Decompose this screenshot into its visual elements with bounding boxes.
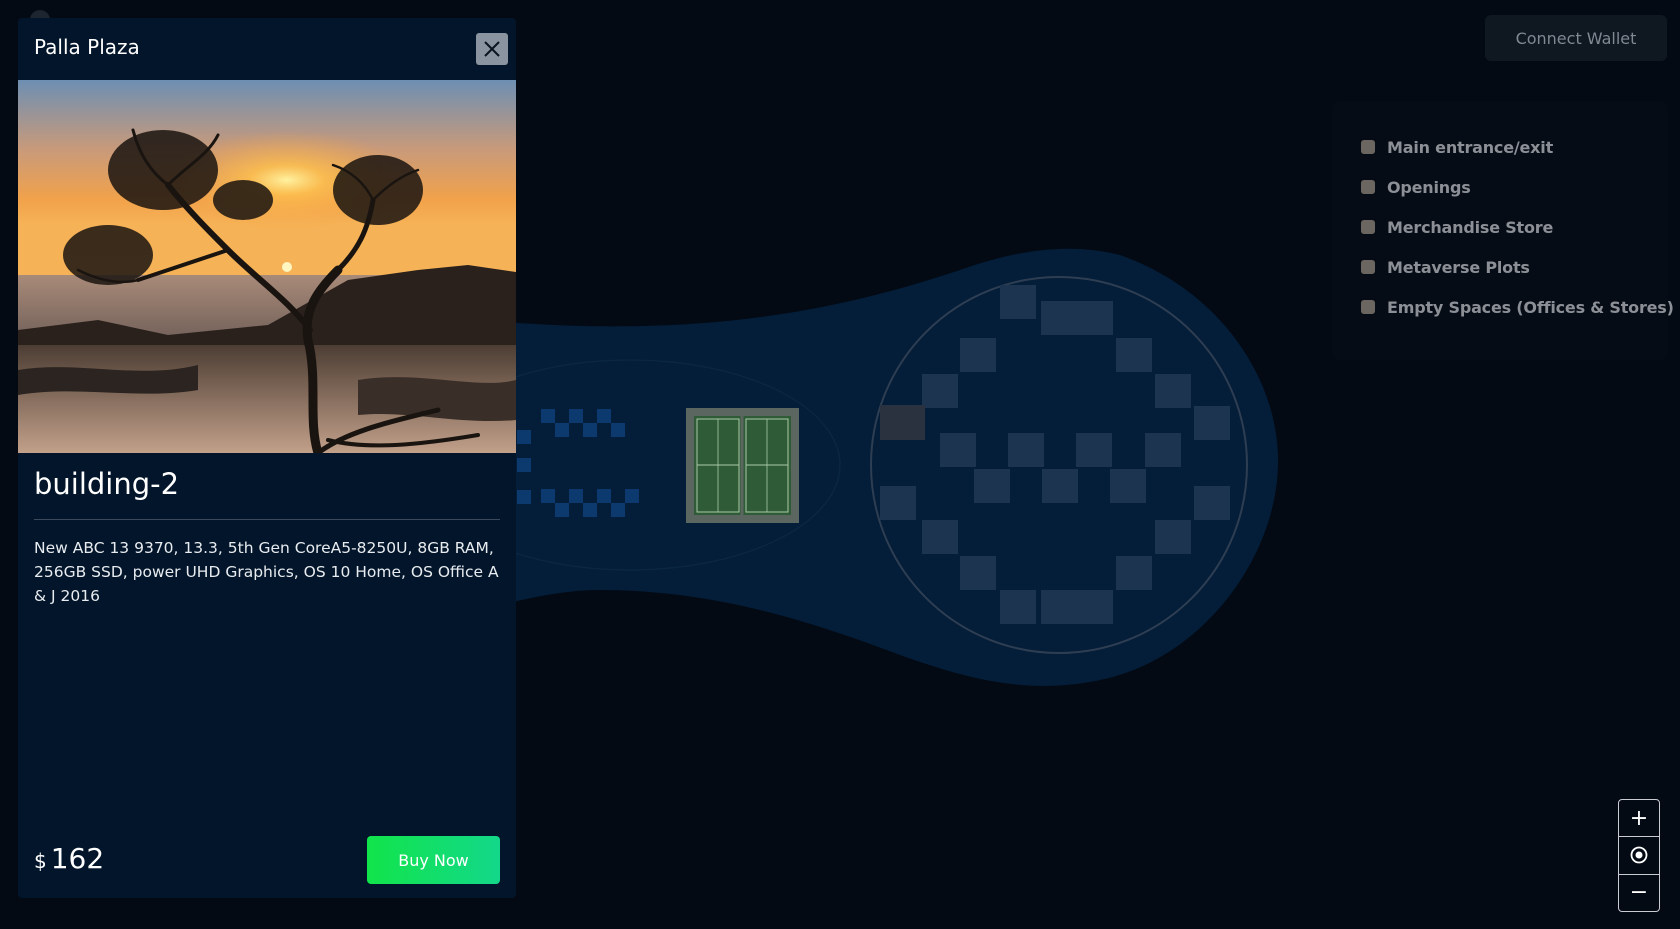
building-description: New ABC 13 9370, 13.3, 5th Gen CoreA5-82… <box>34 539 499 605</box>
checker-tile[interactable] <box>625 489 639 503</box>
price: $ 162 <box>34 842 104 875</box>
legend-swatch <box>1361 180 1375 194</box>
panel-title: Palla Plaza <box>34 35 140 59</box>
checker-tile[interactable] <box>611 423 625 437</box>
plot-tile[interactable] <box>1194 406 1230 440</box>
zoom-out-button[interactable]: − <box>1619 873 1659 911</box>
checker-tile[interactable] <box>569 489 583 503</box>
legend-swatch <box>1361 260 1375 274</box>
legend-swatch <box>1361 140 1375 154</box>
plot-tile[interactable] <box>880 486 916 520</box>
legend-item-main-entrance[interactable]: Main entrance/exit <box>1361 127 1668 167</box>
plot-tile[interactable] <box>1110 469 1146 503</box>
plot-tile[interactable] <box>1077 301 1113 335</box>
map-legend: Main entrance/exit Openings Merchandise … <box>1332 101 1674 360</box>
main-entrance-block[interactable] <box>880 405 925 440</box>
plot-tile[interactable] <box>1077 590 1113 624</box>
plot-tile[interactable] <box>1155 520 1191 554</box>
app-root: Connect Wallet Main entrance/exit Openin… <box>0 0 1680 929</box>
plot-tile[interactable] <box>1041 301 1077 335</box>
legend-swatch <box>1361 300 1375 314</box>
close-button[interactable] <box>476 33 508 65</box>
checker-tile[interactable] <box>541 409 555 423</box>
building-detail-panel: Palla Plaza building-2 New ABC 13 9370, … <box>18 18 516 898</box>
plot-tile[interactable] <box>960 338 996 372</box>
checker-tile[interactable] <box>517 490 531 504</box>
building-photo <box>18 80 516 453</box>
zoom-in-button[interactable]: + <box>1619 800 1659 836</box>
plot-tile[interactable] <box>1145 433 1181 467</box>
legend-label: Openings <box>1387 177 1471 197</box>
divider <box>34 519 500 520</box>
venue-body <box>480 248 1279 686</box>
zoom-controls: + − <box>1618 799 1660 912</box>
plot-tile[interactable] <box>1042 469 1078 503</box>
legend-label: Main entrance/exit <box>1387 137 1554 157</box>
plot-tile[interactable] <box>960 556 996 590</box>
tennis-court[interactable] <box>686 408 799 523</box>
plot-tile[interactable] <box>1116 338 1152 372</box>
checker-tile[interactable] <box>541 489 555 503</box>
plot-tile[interactable] <box>1076 433 1112 467</box>
plot-tile[interactable] <box>974 469 1010 503</box>
checker-tile[interactable] <box>583 423 597 437</box>
legend-swatch <box>1361 220 1375 234</box>
plot-tile[interactable] <box>922 374 958 408</box>
plot-tile[interactable] <box>1041 590 1077 624</box>
checker-tile[interactable] <box>583 503 597 517</box>
price-value: 162 <box>50 842 105 875</box>
plot-tile[interactable] <box>1000 590 1036 624</box>
legend-label: Metaverse Plots <box>1387 257 1530 277</box>
checker-tile[interactable] <box>569 409 583 423</box>
buy-now-button[interactable]: Buy Now <box>367 836 500 884</box>
connect-wallet-button[interactable]: Connect Wallet <box>1485 15 1667 61</box>
legend-label: Merchandise Store <box>1387 217 1554 237</box>
legend-item-metaverse-plots[interactable]: Metaverse Plots <box>1361 247 1668 287</box>
plot-tile[interactable] <box>1155 374 1191 408</box>
plot-tile[interactable] <box>1116 556 1152 590</box>
checker-tile[interactable] <box>597 489 611 503</box>
building-name: building-2 <box>34 467 180 501</box>
legend-item-merchandise-store[interactable]: Merchandise Store <box>1361 207 1668 247</box>
checker-tile[interactable] <box>611 503 625 517</box>
target-icon <box>1630 847 1648 864</box>
plot-tile[interactable] <box>1000 285 1036 319</box>
checker-tile[interactable] <box>597 409 611 423</box>
plot-tile[interactable] <box>922 520 958 554</box>
checker-tile[interactable] <box>517 458 531 472</box>
plot-tile[interactable] <box>1008 433 1044 467</box>
legend-label: Empty Spaces (Offices & Stores) <box>1387 297 1674 317</box>
checker-tile[interactable] <box>517 430 531 444</box>
checker-tile[interactable] <box>555 423 569 437</box>
plot-tile[interactable] <box>940 433 976 467</box>
panel-header: Palla Plaza <box>18 18 516 80</box>
legend-item-empty-spaces[interactable]: Empty Spaces (Offices & Stores) <box>1361 287 1674 327</box>
close-icon <box>484 41 500 57</box>
price-currency: $ <box>34 849 47 873</box>
plot-tile[interactable] <box>1194 486 1230 520</box>
recenter-button[interactable] <box>1619 836 1659 873</box>
checker-tile[interactable] <box>555 503 569 517</box>
legend-item-openings[interactable]: Openings <box>1361 167 1668 207</box>
